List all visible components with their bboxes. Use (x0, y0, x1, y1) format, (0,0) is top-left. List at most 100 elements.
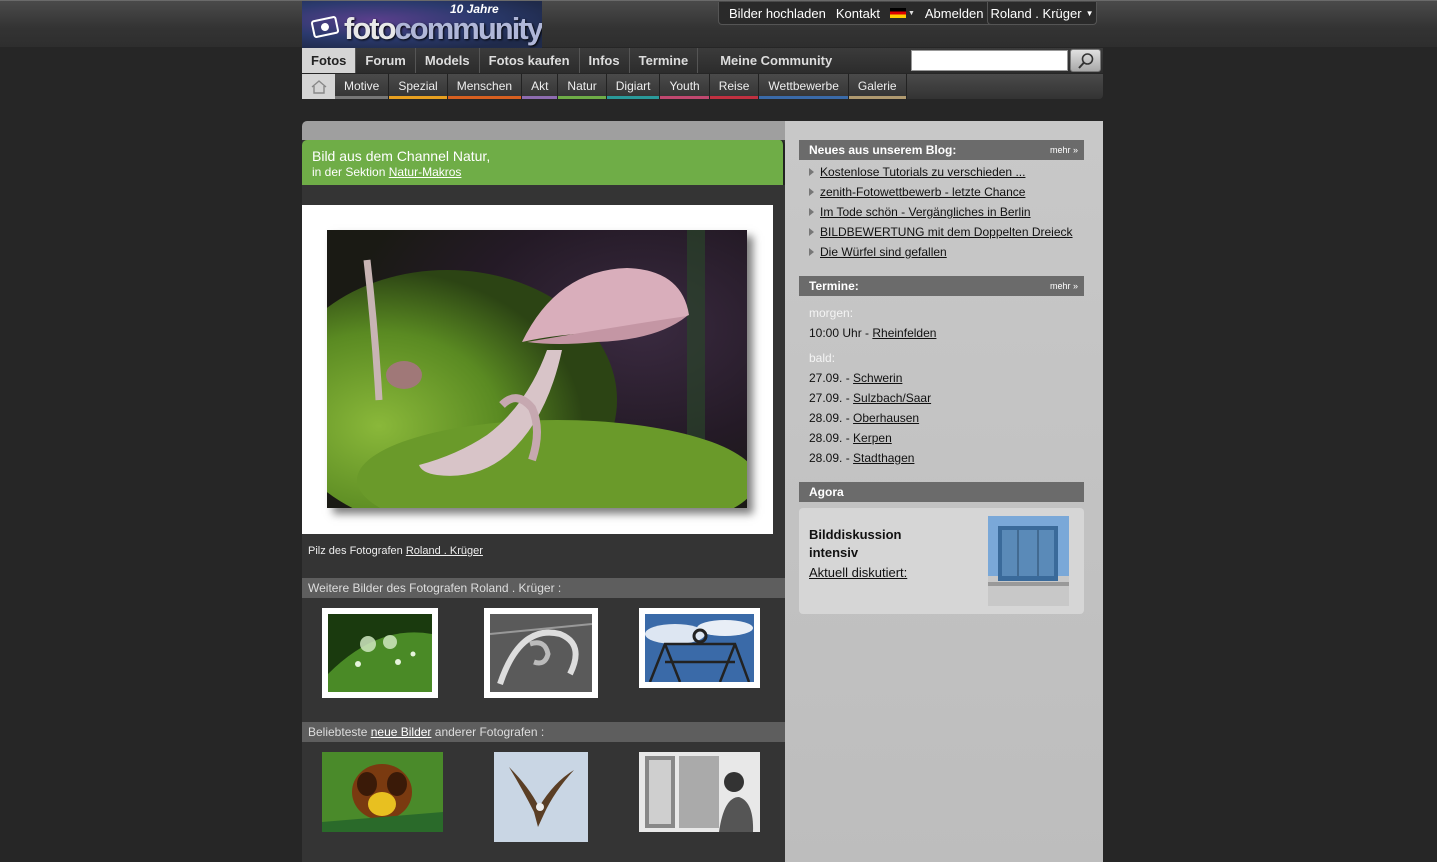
upload-link[interactable]: Bilder hochladen (729, 6, 826, 21)
category-digiart[interactable]: Digiart (606, 74, 661, 99)
event-date: 27.09. - (809, 391, 850, 405)
category-wettbewerbe[interactable]: Wettbewerbe (759, 74, 849, 99)
blog-item-link[interactable]: BILDBEWERTUNG mit dem Doppelten Dreieck (820, 225, 1073, 239)
main-photo[interactable] (302, 205, 773, 534)
event-row: 28.09. - Oberhausen (809, 411, 919, 425)
events-soon-label: bald: (809, 351, 836, 365)
user-menu[interactable]: Roland . Krüger ▼ (987, 2, 1097, 25)
events-title: Termine: (809, 279, 859, 293)
photographer-link[interactable]: Roland . Krüger (406, 545, 483, 557)
tab-meine-community[interactable]: Meine Community (710, 48, 841, 73)
eagle-thumb (494, 752, 588, 842)
thumbnail-photo[interactable] (322, 608, 438, 698)
camera-logo-icon (310, 15, 340, 39)
blog-item-link[interactable]: Kostenlose Tutorials zu verschieden ... (820, 165, 1025, 179)
arrow-right-icon (809, 208, 814, 216)
more-photos-header: Weitere Bilder des Fotografen Roland . K… (302, 578, 785, 598)
blog-item[interactable]: BILDBEWERTUNG mit dem Doppelten Dreieck (809, 225, 1073, 239)
caption-prefix: Pilz des Fotografen (308, 545, 403, 557)
thumbnail-photo[interactable] (639, 608, 760, 688)
home-icon (311, 79, 326, 94)
category-motive[interactable]: Motive (335, 74, 390, 99)
leaf-droplets-thumb (328, 614, 432, 692)
contact-link[interactable]: Kontakt (836, 6, 880, 21)
thumbnail-photo[interactable] (484, 608, 598, 698)
blog-more-link[interactable]: mehr » (1050, 140, 1078, 160)
event-place-link[interactable]: Stadthagen (853, 451, 914, 465)
search-button[interactable] (1070, 49, 1101, 72)
channel-title: Bild aus dem Channel Natur, (312, 148, 491, 164)
agora-card: Bilddiskussion intensiv Aktuell diskutie… (799, 508, 1084, 614)
events-tomorrow-label: morgen: (809, 306, 854, 320)
section-link[interactable]: Natur-Makros (389, 165, 462, 179)
blog-item-link[interactable]: Die Würfel sind gefallen (820, 245, 947, 259)
language-select[interactable]: ▼ (889, 8, 915, 18)
thumbnail-photo[interactable] (639, 752, 760, 832)
new-photos-link[interactable]: neue Bilder (371, 725, 432, 739)
search-input[interactable] (911, 50, 1068, 71)
hornet-thumb (322, 752, 443, 832)
logo-word-foto: foto (344, 11, 397, 46)
site-logo[interactable]: 10 Jahre fotocommunity (302, 1, 542, 48)
event-row: 27.09. - Schwerin (809, 371, 902, 385)
events-more-link[interactable]: mehr » (1050, 276, 1078, 296)
category-akt[interactable]: Akt (522, 74, 559, 99)
logout-link[interactable]: Abmelden (925, 6, 984, 21)
category-galerie[interactable]: Galerie (848, 74, 907, 99)
event-place-link[interactable]: Oberhausen (853, 411, 919, 425)
blog-item[interactable]: Die Würfel sind gefallen (809, 245, 947, 259)
category-nav: Motive Spezial Menschen Akt Natur Digiar… (302, 74, 1103, 99)
thumbnail-photo[interactable] (494, 752, 588, 842)
channel-banner: Bild aus dem Channel Natur, in der Sekti… (302, 140, 785, 185)
section-prefix: in der Sektion (312, 165, 386, 179)
tab-termine[interactable]: Termine (630, 48, 699, 73)
category-reise[interactable]: Reise (709, 74, 760, 99)
events-more-label: mehr (1049, 281, 1071, 291)
building-thumb (988, 516, 1069, 606)
tab-fotos[interactable]: Fotos (302, 48, 357, 73)
blog-more-label: mehr (1049, 145, 1071, 155)
blog-item[interactable]: Kostenlose Tutorials zu verschieden ... (809, 165, 1025, 179)
woman-window-thumb (639, 752, 760, 832)
tab-forum[interactable]: Forum (356, 48, 416, 73)
popular-suffix: anderer Fotografen : (434, 725, 545, 739)
event-time: 10:00 Uhr - (809, 326, 870, 340)
category-youth[interactable]: Youth (660, 74, 710, 99)
event-place-link[interactable]: Rheinfelden (872, 326, 936, 340)
thumbnail-photo[interactable] (322, 752, 443, 832)
home-button[interactable] (302, 74, 335, 99)
agora-card-title: Bilddiskussion intensiv (809, 527, 902, 560)
tab-models[interactable]: Models (416, 48, 480, 73)
events-header: Termine: mehr » (799, 276, 1084, 296)
user-name: Roland . Krüger (990, 5, 1082, 21)
tab-fotos-kaufen[interactable]: Fotos kaufen (480, 48, 580, 73)
mushroom-photo (327, 230, 747, 508)
popular-photos-header: Beliebteste neue Bilder anderer Fotograf… (302, 722, 785, 742)
category-natur[interactable]: Natur (558, 74, 607, 99)
steel-tower-thumb (645, 614, 754, 682)
blog-item[interactable]: zenith-Fotowettbewerb - letzte Chance (809, 185, 1025, 199)
chevron-down-icon: ▼ (1085, 8, 1094, 18)
category-menschen[interactable]: Menschen (447, 74, 523, 99)
event-place-link[interactable]: Schwerin (853, 371, 902, 385)
blog-item[interactable]: Im Tode schön - Vergängliches in Berlin (809, 205, 1031, 219)
event-date: 28.09. - (809, 431, 850, 445)
category-spezial[interactable]: Spezial (389, 74, 448, 99)
agora-card-link[interactable]: Aktuell diskutiert: (809, 565, 907, 580)
popular-prefix: Beliebteste (308, 725, 368, 739)
agora-photo[interactable] (988, 516, 1069, 606)
main-nav: Fotos Forum Models Fotos kaufen Infos Te… (302, 48, 1103, 73)
tab-infos[interactable]: Infos (580, 48, 630, 73)
arrow-right-icon (809, 188, 814, 196)
event-place-link[interactable]: Kerpen (853, 431, 892, 445)
header-tools: Bilder hochladen Kontakt ▼ Abmelden (718, 2, 995, 25)
event-place-link[interactable]: Sulzbach/Saar (853, 391, 931, 405)
mushroom-illustration (327, 230, 747, 508)
agora-header: Agora (799, 482, 1084, 502)
blog-item-link[interactable]: Im Tode schön - Vergängliches in Berlin (820, 205, 1031, 219)
arrow-right-icon (809, 248, 814, 256)
event-row: 28.09. - Kerpen (809, 431, 892, 445)
sidebar: Neues aus unserem Blog: mehr » Kostenlos… (785, 121, 1103, 862)
blog-item-link[interactable]: zenith-Fotowettbewerb - letzte Chance (820, 185, 1025, 199)
blog-header: Neues aus unserem Blog: mehr » (799, 140, 1084, 160)
